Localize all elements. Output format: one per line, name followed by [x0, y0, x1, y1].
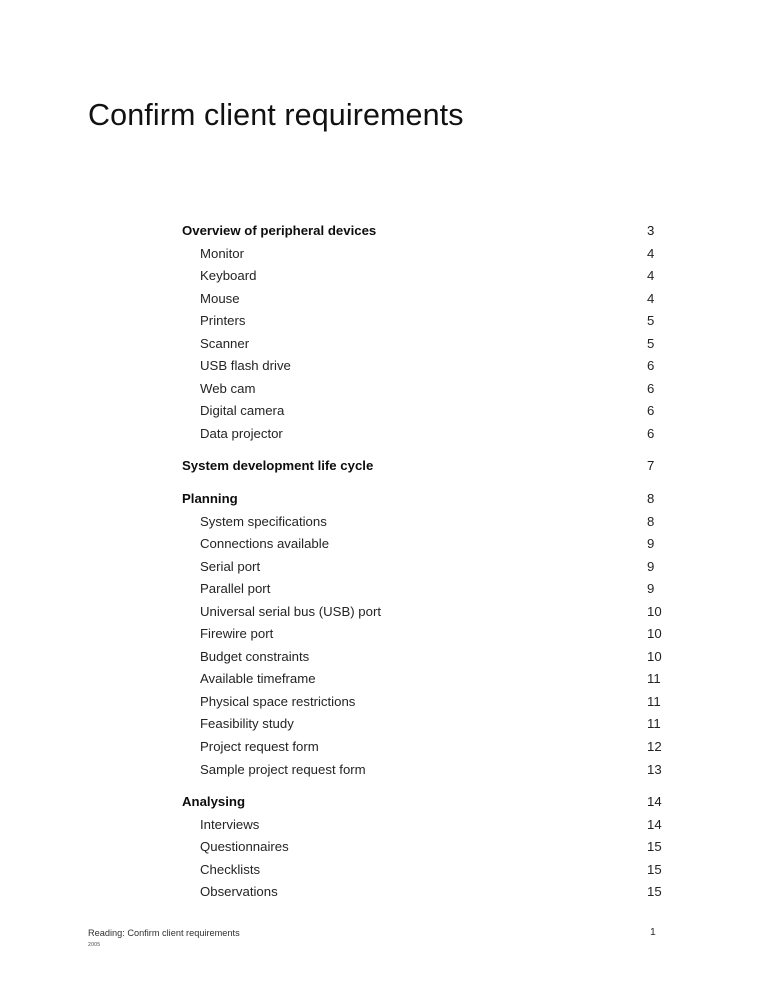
toc-entry-page-number: 15 — [647, 884, 662, 900]
footer-page-number: 1 — [650, 927, 656, 938]
toc-entry[interactable]: Printers 5 — [0, 310, 768, 333]
toc-entry[interactable]: Questionnaires 15 — [0, 836, 768, 859]
toc-entry-page-number: 3 — [647, 223, 655, 238]
toc-entry[interactable]: Overview of peripheral devices 3 — [0, 220, 768, 243]
toc-entry-page-number: 15 — [647, 861, 662, 877]
toc-entry-label: Digital camera — [200, 403, 285, 419]
toc-entry-page-number: 4 — [647, 290, 655, 306]
toc-entry[interactable]: Connections available 9 — [0, 533, 768, 556]
toc-entry-label: Planning — [182, 491, 238, 507]
toc-entry[interactable]: Analysing 14 — [0, 791, 768, 814]
toc-entry[interactable]: Physical space restrictions 11 — [0, 691, 768, 714]
toc-entry-page-number: 11 — [647, 693, 661, 709]
toc-entry-label: System specifications — [200, 513, 327, 529]
toc-entry[interactable]: Data projector 6 — [0, 423, 768, 446]
toc-entry-page-number: 9 — [647, 581, 655, 597]
toc-entry-page-number: 6 — [647, 358, 655, 374]
toc-entry-label: Observations — [200, 884, 278, 900]
toc-entry-page-number: 14 — [647, 794, 662, 810]
toc-entry[interactable]: Firewire port 10 — [0, 623, 768, 646]
page-footer: Reading: Confirm client requirements 200… — [0, 920, 768, 994]
toc-entry-label: Overview of peripheral devices — [182, 223, 377, 238]
toc-entry-page-number: 9 — [647, 558, 655, 574]
toc-entry-label: Parallel port — [200, 581, 271, 597]
toc-entry-label: USB flash drive — [200, 358, 291, 374]
toc-entry-label: System development life cycle — [182, 458, 374, 474]
toc-entry[interactable]: USB flash drive 6 — [0, 355, 768, 378]
toc-entry-label: Scanner — [200, 335, 250, 351]
toc-entry-label: Sample project request form — [200, 761, 366, 777]
toc-entry-label: Checklists — [200, 861, 261, 877]
toc-entry-label: Monitor — [200, 245, 244, 261]
toc-entry[interactable]: Keyboard 4 — [0, 265, 768, 288]
toc-entry-page-number: 11 — [647, 671, 661, 687]
toc-entry-page-number: 6 — [647, 425, 655, 441]
toc-entry[interactable]: Sample project request form 13 — [0, 759, 768, 782]
toc-entry-page-number: 15 — [647, 839, 662, 855]
toc-entry-page-number: 10 — [647, 603, 662, 619]
toc-entry-page-number: 13 — [647, 761, 662, 777]
toc-entry-page-number: 10 — [647, 648, 662, 664]
toc-entry[interactable]: Parallel port 9 — [0, 578, 768, 601]
toc-entry-label: Physical space restrictions — [200, 693, 356, 709]
toc-entry[interactable]: Available timeframe 11 — [0, 668, 768, 691]
toc-entry-page-number: 5 — [647, 313, 655, 329]
toc-entry[interactable]: Digital camera 6 — [0, 400, 768, 423]
toc-entry-label: Universal serial bus (USB) port — [200, 603, 382, 619]
toc-entry-label: Web cam — [200, 380, 256, 396]
toc-entry[interactable]: Budget constraints 10 — [0, 646, 768, 669]
toc-entry-page-number: 8 — [647, 513, 655, 529]
toc-entry-page-number: 5 — [647, 335, 655, 351]
footer-document-label: Reading: Confirm client requirements — [88, 928, 240, 938]
toc-entry-label: Available timeframe — [200, 671, 316, 687]
toc-entry[interactable]: Universal serial bus (USB) port 10 — [0, 601, 768, 624]
toc-entry-label: Data projector — [200, 425, 283, 441]
toc-entry-page-number: 4 — [647, 268, 655, 284]
toc-entry[interactable]: System specifications 8 — [0, 511, 768, 534]
toc-entry-page-number: 7 — [647, 458, 655, 474]
toc-entry[interactable]: Project request form 12 — [0, 736, 768, 759]
toc-entry[interactable]: Serial port 9 — [0, 556, 768, 579]
toc-entry-page-number: 4 — [647, 245, 655, 261]
toc-entry[interactable]: Monitor 4 — [0, 243, 768, 266]
toc-entry[interactable]: Observations 15 — [0, 881, 768, 904]
toc-entry-label: Analysing — [182, 794, 246, 810]
footer-year: 2005 — [88, 942, 101, 948]
document-page: Confirm client requirements Overview of … — [0, 0, 768, 994]
toc-entry-page-number: 6 — [647, 403, 655, 419]
toc-entry[interactable]: Web cam 6 — [0, 378, 768, 401]
toc-entry[interactable]: Scanner 5 — [0, 333, 768, 356]
toc-entry-label: Printers — [200, 313, 246, 329]
toc-entry-page-number: 8 — [647, 491, 655, 507]
toc-entry-page-number: 10 — [647, 626, 662, 642]
toc-entry[interactable]: System development life cycle 7 — [0, 455, 768, 478]
toc-entry-label: Project request form — [200, 739, 319, 755]
toc-entry[interactable]: Feasibility study 11 — [0, 713, 768, 736]
toc-entry[interactable]: Planning 8 — [0, 488, 768, 511]
toc-entry-page-number: 9 — [647, 536, 655, 552]
toc-entry-page-number: 14 — [647, 816, 662, 832]
page-title: Confirm client requirements — [88, 98, 464, 133]
toc-entry-label: Mouse — [200, 290, 240, 306]
toc-entry-label: Connections available — [200, 536, 330, 552]
toc-entry-page-number: 6 — [647, 380, 655, 396]
toc-entry-label: Questionnaires — [200, 839, 289, 855]
toc-entry-label: Firewire port — [200, 626, 274, 642]
toc-entry[interactable]: Mouse 4 — [0, 288, 768, 311]
toc-entry-label: Serial port — [200, 558, 261, 574]
toc-entry[interactable]: Checklists 15 — [0, 859, 768, 882]
toc-entry-label: Budget constraints — [200, 648, 310, 664]
table-of-contents: Overview of peripheral devices 3 Monitor 4 K… — [0, 220, 768, 904]
toc-entry[interactable]: Interviews 14 — [0, 814, 768, 837]
toc-entry-label: Feasibility study — [200, 716, 294, 732]
toc-entry-page-number: 12 — [647, 739, 662, 755]
toc-entry-label: Keyboard — [200, 268, 257, 284]
toc-entry-label: Interviews — [200, 816, 260, 832]
toc-entry-page-number: 11 — [647, 716, 661, 732]
